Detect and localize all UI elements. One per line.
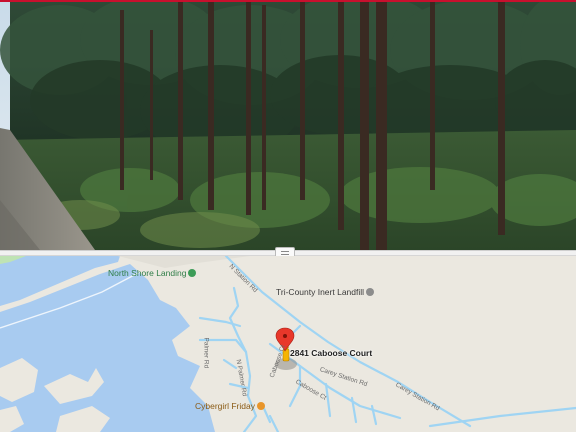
map-panel[interactable]: North Shore Landing Tri-County Inert Lan…: [0, 256, 576, 432]
road-label-palmer-rd: Palmer Rd: [202, 337, 210, 369]
street-view-with-map: North Shore Landing Tri-County Inert Lan…: [0, 0, 576, 432]
street-view-panorama[interactable]: [0, 0, 576, 250]
poi-cybergirl-friday[interactable]: Cybergirl Friday: [195, 401, 265, 411]
address-label: 2841 Caboose Court: [290, 348, 373, 358]
shopping-icon: [257, 402, 265, 410]
poi-landfill[interactable]: Tri-County Inert Landfill: [276, 287, 375, 297]
place-icon: [366, 288, 375, 296]
forest-roadside-image[interactable]: [0, 0, 576, 250]
poi-north-shore-landing[interactable]: North Shore Landing: [108, 268, 197, 278]
park-icon: [188, 269, 197, 277]
map-canvas[interactable]: [0, 256, 576, 432]
